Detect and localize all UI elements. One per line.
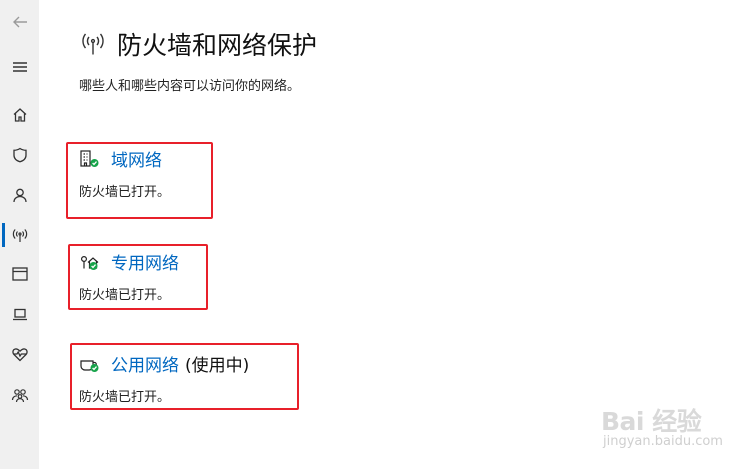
menu-button[interactable] (0, 50, 39, 84)
public-network-icon (80, 359, 99, 372)
private-network-status: 防火墙已打开。 (79, 288, 171, 303)
public-network-link[interactable]: 公用网络 (111, 351, 179, 376)
nav-home[interactable] (0, 98, 39, 132)
nav-firewall-network[interactable] (0, 218, 39, 252)
page-subtitle: 哪些人和哪些内容可以访问你的网络。 (79, 79, 301, 94)
page-header: 防火墙和网络保护 (79, 26, 317, 62)
domain-network-icon (80, 149, 99, 167)
network-antenna-icon (12, 229, 27, 242)
app-browser-icon (11, 267, 28, 281)
nav-device-health[interactable] (0, 337, 39, 371)
health-heart-icon (11, 348, 28, 362)
domain-network-section: 域网络 防火墙已打开。 (79, 146, 170, 200)
nav-account-protection[interactable] (0, 178, 39, 212)
private-network-icon (80, 255, 99, 270)
page-title: 防火墙和网络保护 (117, 31, 318, 60)
public-network-status: 防火墙已打开。 (79, 390, 171, 405)
nav-family-options[interactable] (0, 378, 39, 412)
nav-app-browser-control[interactable] (0, 257, 39, 291)
back-button[interactable] (0, 5, 39, 39)
watermark-url: jingyan.baidu.com (603, 434, 723, 449)
sidebar (0, 0, 39, 469)
hamburger-menu-icon (12, 62, 27, 72)
main-content: 防火墙和网络保护 哪些人和哪些内容可以访问你的网络。 域网络 防火墙已打开。 专… (39, 0, 733, 469)
domain-network-status: 防火墙已打开。 (79, 185, 171, 200)
nav-device-security[interactable] (0, 297, 39, 331)
private-network-section: 专用网络 防火墙已打开。 (79, 249, 179, 303)
private-network-link[interactable]: 专用网络 (111, 249, 179, 274)
account-icon (12, 188, 27, 203)
laptop-icon (12, 308, 27, 321)
shield-icon (12, 147, 27, 163)
back-arrow-icon (12, 16, 27, 28)
nav-virus-protection[interactable] (0, 138, 39, 172)
public-network-section: 公用网络 (使用中) 防火墙已打开。 (79, 351, 249, 405)
watermark-logo: Bai 经验 (601, 407, 702, 436)
network-antenna-icon (82, 33, 104, 55)
domain-network-link[interactable]: 域网络 (111, 146, 162, 171)
in-use-badge: (使用中) (185, 356, 250, 376)
family-icon (11, 389, 28, 403)
baidu-watermark: Bai 经验 jingyan.baidu.com (601, 402, 733, 456)
home-icon (13, 108, 26, 122)
